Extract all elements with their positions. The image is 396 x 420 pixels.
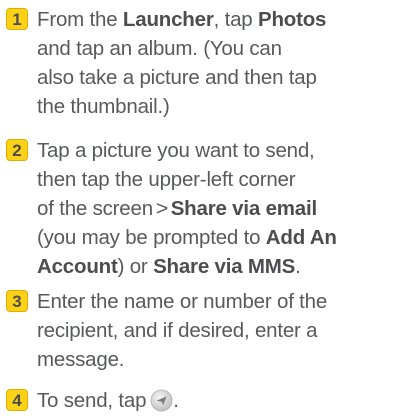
text-line: From the Launcher, tap Photos <box>37 8 327 31</box>
text-line: Enter the name or number of the <box>37 290 328 313</box>
step-text: Enter the name or number of the recipien… <box>37 287 393 374</box>
text-line: message. <box>37 348 125 371</box>
step-text: Tap a picture you want to send, then tap… <box>37 136 393 281</box>
step-number-badge: 1 <box>6 8 28 30</box>
text-line: of the screen > Share via email <box>37 194 393 223</box>
step-text: To send, tap . <box>37 386 393 415</box>
text-line: and tap an album. (You can <box>37 37 282 60</box>
text-line: (you may be prompted to Add An <box>37 226 337 249</box>
step-number-badge: 2 <box>6 139 28 161</box>
step-number-badge: 3 <box>6 290 28 312</box>
text-line: Account) or Share via MMS. <box>37 255 301 278</box>
chevron-right-glyph: > <box>155 197 169 220</box>
text-line: To send, tap . <box>37 389 179 412</box>
send-icon <box>150 389 173 412</box>
text-line: then tap the upper-left corner <box>37 168 296 191</box>
text-line: recipient, and if desired, enter a <box>37 319 318 342</box>
text-line: the thumbnail.) <box>37 95 170 118</box>
step-text: From the Launcher, tap Photos and tap an… <box>37 5 393 121</box>
text-line: Tap a picture you want to send, <box>37 139 315 162</box>
text-line: also take a picture and then tap <box>37 66 317 89</box>
instruction-steps: 1 From the Launcher, tap Photos and tap … <box>0 0 396 414</box>
step-number-badge: 4 <box>6 389 28 411</box>
